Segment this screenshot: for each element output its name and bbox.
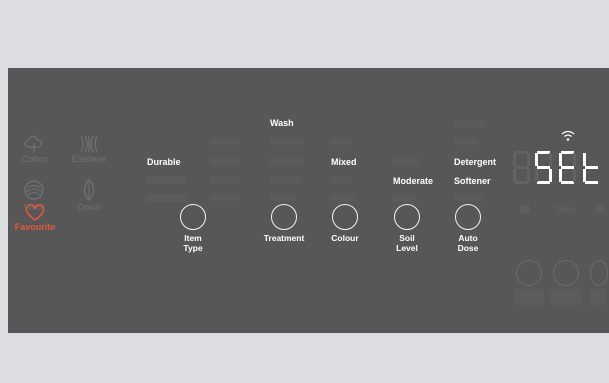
control-panel: Cotton Elastane Wool Down Favourite Wash…: [8, 68, 609, 333]
soil-moderate: Moderate: [393, 176, 434, 186]
dim-button-label: [514, 289, 544, 305]
dim-round-button: [590, 260, 608, 286]
colour-option-dim: [331, 176, 351, 183]
down-icon: [83, 179, 95, 201]
cycle-label-elastane: Elastane: [71, 154, 107, 164]
soil-level-button-label: Soil Level: [396, 233, 418, 253]
treatment-button-label: Treatment: [263, 233, 305, 243]
dose-softener: Softener: [454, 176, 491, 186]
treatment-option-dim: [270, 138, 304, 145]
treatment-option-dim: [210, 138, 240, 145]
dose-detergent: Detergent: [454, 157, 497, 167]
cotton-icon: [24, 135, 42, 153]
soil-option-dim: [393, 194, 415, 201]
elastane-icon: [80, 135, 98, 153]
auto-dose-button[interactable]: [455, 204, 481, 230]
colour-option-dim: [331, 194, 355, 201]
treatment-option-dim: [210, 158, 240, 165]
colour-mixed: Mixed: [331, 157, 357, 167]
dose-option-dim: [454, 194, 484, 201]
days-label: Days: [556, 205, 575, 214]
heart-icon: [25, 204, 45, 221]
treatment-option-dim: [210, 194, 240, 201]
item-type-durable: Durable: [147, 157, 181, 167]
item-type-option-dim: [147, 176, 185, 184]
cycle-label-down: Down: [77, 202, 101, 212]
item-type-option-dim: [147, 194, 187, 202]
top-frame: [0, 0, 609, 68]
colour-option-dim: [331, 138, 351, 145]
dim-button-label: [551, 289, 581, 305]
colour-button[interactable]: [332, 204, 358, 230]
dim-round-button: [553, 260, 579, 286]
seven-segment-display: [513, 151, 598, 184]
treatment-option-dim: [210, 176, 240, 183]
treatment-option-dim: [270, 176, 300, 183]
dose-option-dim: [454, 138, 478, 145]
soil-option-dim: [393, 158, 419, 165]
wash-header: Wash: [270, 118, 294, 128]
right-dim-glyph: [520, 206, 530, 213]
cycle-label-cotton: Cotton: [21, 154, 49, 164]
wifi-icon: [561, 130, 575, 141]
bottom-frame: [0, 333, 609, 383]
right-dim-glyph: [596, 206, 604, 213]
dose-option-dim: [454, 120, 484, 127]
treatment-option-dim: [270, 158, 304, 165]
item-type-button[interactable]: [180, 204, 206, 230]
treatment-button[interactable]: [271, 204, 297, 230]
treatment-option-dim: [270, 194, 296, 201]
dim-round-button: [516, 260, 542, 286]
colour-button-label: Colour: [331, 233, 359, 243]
dim-button-label: [590, 289, 606, 305]
cycle-label-favourite[interactable]: Favourite: [10, 222, 60, 232]
auto-dose-button-label: Auto Dose: [457, 233, 479, 253]
soil-level-button[interactable]: [394, 204, 420, 230]
wool-icon: [24, 180, 44, 200]
item-type-button-label: Item Type: [183, 233, 203, 253]
